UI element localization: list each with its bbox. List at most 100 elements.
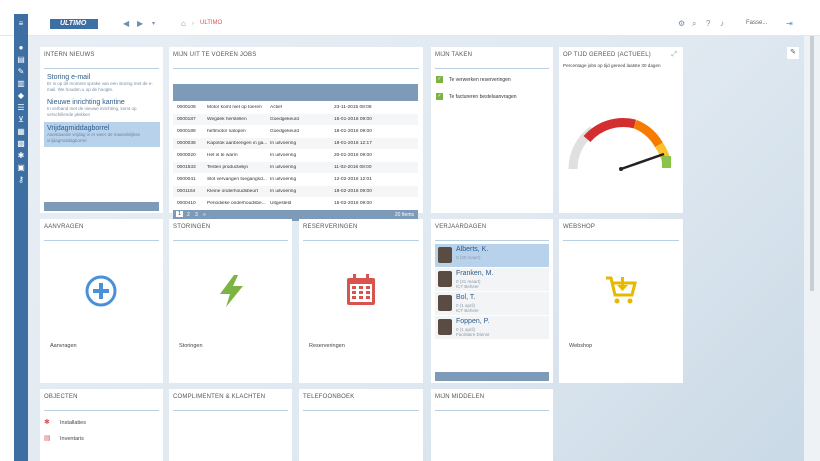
- department: Facilitaire Dienst: [456, 332, 490, 337]
- wrench-icon[interactable]: ✎: [14, 66, 28, 78]
- home-icon[interactable]: ⌂: [181, 19, 186, 29]
- ontime-subtitle: Percentage jobs op tijd gereed laatste 3…: [563, 63, 661, 68]
- forward-icon[interactable]: ▶: [137, 19, 143, 29]
- cart-icon[interactable]: ⊻: [14, 114, 28, 126]
- news-title: INTERN NIEUWS: [44, 52, 95, 58]
- table-row[interactable]: 0000041 Slot vervangen toegangsd... In uit…: [173, 174, 418, 185]
- person-name: Alberts, K.: [456, 246, 489, 253]
- table-row[interactable]: 0001533 Testen productielijn In uitvoering…: [173, 162, 418, 173]
- birthday-date: 0 (30 maart): [456, 255, 481, 260]
- jobs-tile: MIJN UIT TE VOEREN JOBS 0000108 Motor kom…: [169, 47, 423, 221]
- avatar: [438, 319, 452, 335]
- reservations-tile[interactable]: RESERVERINGEN Reserveringen: [299, 219, 423, 383]
- news-item-selected[interactable]: Vrijdagmiddagborrel Aanstaande vrijdag i…: [44, 122, 160, 147]
- menu-icon[interactable]: ≡: [14, 18, 28, 30]
- task-item[interactable]: ✓ Te factureren bestelaanvragen: [436, 93, 517, 100]
- compliments-tile: COMPLIMENTEN & KLACHTEN: [169, 389, 292, 461]
- item-count: 20 Items: [394, 212, 414, 218]
- table-row[interactable]: 0000188 heftmotor nalopen Goedgekeurd 18-01…: [173, 126, 418, 137]
- divider: [173, 410, 288, 411]
- expand-icon[interactable]: ⤢: [671, 51, 677, 59]
- ultimo-logo: ULTIMO: [50, 19, 98, 29]
- failures-label: Storingen: [179, 343, 203, 349]
- table-cell: 0001164: [177, 189, 196, 194]
- table-cell: In uitvoering: [270, 189, 297, 194]
- logout-icon[interactable]: ⇥: [786, 19, 793, 29]
- news-body: In verband met de nieuwe inrichting, kom…: [47, 106, 137, 117]
- help-icon[interactable]: ?: [706, 19, 710, 29]
- objects-title: OBJECTEN: [44, 394, 78, 400]
- webshop-tile[interactable]: WEBSHOP Webshop: [559, 219, 683, 383]
- user-menu[interactable]: Fasse...: [746, 20, 767, 26]
- table-row[interactable]: 0000187 Wegdek herstellen Goedgekeurd 15-01…: [173, 114, 418, 125]
- birthday-item[interactable]: Alberts, K. 0 (30 maart): [435, 244, 549, 267]
- phonebook-tile: TELEFOONBOEK: [299, 389, 423, 461]
- requests-tile[interactable]: AANVRAGEN Aanvragen: [40, 219, 163, 383]
- news-item[interactable]: Storing e-mail Er is op dit moment sprak…: [44, 71, 160, 96]
- divider: [303, 240, 419, 241]
- calendar-icon[interactable]: ▦: [14, 126, 28, 138]
- book-icon[interactable]: ▥: [14, 78, 28, 90]
- cabinet-icon: ▤: [44, 435, 51, 442]
- key-icon[interactable]: ⚷: [14, 174, 28, 186]
- divider: [563, 240, 679, 241]
- task-item[interactable]: ✓ Te verwerken reserveringen: [436, 76, 511, 83]
- table-row[interactable]: 0000038 Kapotok aanbrengen in ga... In uit…: [173, 138, 418, 149]
- webshop-title: WEBSHOP: [563, 224, 596, 230]
- back-icon[interactable]: ◀: [123, 19, 129, 29]
- table-cell: Kapotok aanbrengen in ga...: [207, 141, 267, 146]
- news-item[interactable]: Nieuwe inrichting kantine In verband met…: [44, 96, 160, 121]
- table-header: [173, 84, 418, 101]
- search-icon[interactable]: ⌕: [692, 19, 696, 29]
- user-icon[interactable]: ●: [14, 42, 28, 54]
- tasks-title: MIJN TAKEN: [435, 52, 473, 58]
- divider: [435, 240, 549, 241]
- check-icon: ✓: [436, 76, 443, 83]
- page-link[interactable]: 2: [187, 212, 190, 218]
- chevron-down-icon[interactable]: ▾: [152, 19, 155, 29]
- table-cell: 0000188: [177, 129, 196, 134]
- breadcrumb-separator-icon: ›: [192, 21, 194, 27]
- task-label: Te verwerken reserveringen: [449, 76, 511, 83]
- scrollbar[interactable]: [804, 36, 820, 461]
- table-cell: Goedgekeurd: [270, 117, 300, 122]
- table-cell: Wegdek herstellen: [207, 117, 247, 122]
- bell-icon[interactable]: ♪: [720, 19, 724, 29]
- scrollbar-thumb[interactable]: [810, 36, 814, 291]
- next-page-link[interactable]: »: [203, 212, 206, 218]
- object-label: Installaties: [60, 420, 86, 426]
- settings-icon[interactable]: ✱: [14, 150, 28, 162]
- news-heading: Vrijdagmiddagborrel: [47, 125, 110, 132]
- top-bar: ULTIMO ◀ ▶ ▾ ⌂ › ULTIMO ⚙ ⌕ ? ♪ Fasse...…: [0, 0, 820, 36]
- divider: [173, 68, 419, 69]
- list-icon[interactable]: ☰: [14, 102, 28, 114]
- table-cell: 18-01-2016 09:00: [334, 129, 372, 134]
- table-row[interactable]: 0001164 Kleine onderhoudsbeurt In uitvoeri…: [173, 186, 418, 197]
- report-icon[interactable]: ▣: [14, 162, 28, 174]
- birthday-item[interactable]: Franken, M. 0 (31 maart) ICT Beheer: [435, 268, 549, 291]
- sidebar: ≡ ● ▤ ✎ ▥ ◆ ☰ ⊻ ▦ ▩ ✱ ▣ ⚷: [14, 14, 28, 461]
- grid-icon[interactable]: ▩: [14, 138, 28, 150]
- object-item[interactable]: ▤ Inventaris: [44, 434, 84, 442]
- table-cell: 18-01-2016 12:17: [334, 141, 372, 146]
- table-row[interactable]: 0000020 Het is te warm In uitvoering 20-01-…: [173, 150, 418, 161]
- reservations-label: Reserveringen: [309, 343, 345, 349]
- table-row[interactable]: 0000410 Periodieke onderhoudsbe... Uitgest…: [173, 198, 418, 209]
- table-cell: Slot vervangen toegangsd...: [207, 177, 267, 182]
- page-link[interactable]: 3: [195, 212, 198, 218]
- page-link[interactable]: 1: [176, 211, 183, 217]
- tag-icon[interactable]: ◆: [14, 90, 28, 102]
- gear-icon[interactable]: ⚙: [678, 19, 685, 29]
- department: ICT Beheer: [456, 284, 479, 289]
- table-cell: Testen productielijn: [207, 165, 249, 170]
- birthday-item[interactable]: Foppen, P. 0 (1 april) Facilitaire Diens…: [435, 316, 549, 339]
- document-icon[interactable]: ▤: [14, 54, 28, 66]
- reservations-title: RESERVERINGEN: [303, 224, 358, 230]
- task-label: Te factureren bestelaanvragen: [449, 93, 517, 100]
- edit-icon[interactable]: ✎: [787, 47, 799, 59]
- failures-tile[interactable]: STORINGEN Storingen: [169, 219, 292, 383]
- table-row[interactable]: 0000108 Motor komt niet op toeren Actief 23…: [173, 102, 418, 113]
- breadcrumb[interactable]: ULTIMO: [200, 20, 222, 26]
- object-item[interactable]: ✱ Installaties: [44, 418, 86, 426]
- birthday-item[interactable]: Bol, T. 0 (1 april) ICT Beheer: [435, 292, 549, 315]
